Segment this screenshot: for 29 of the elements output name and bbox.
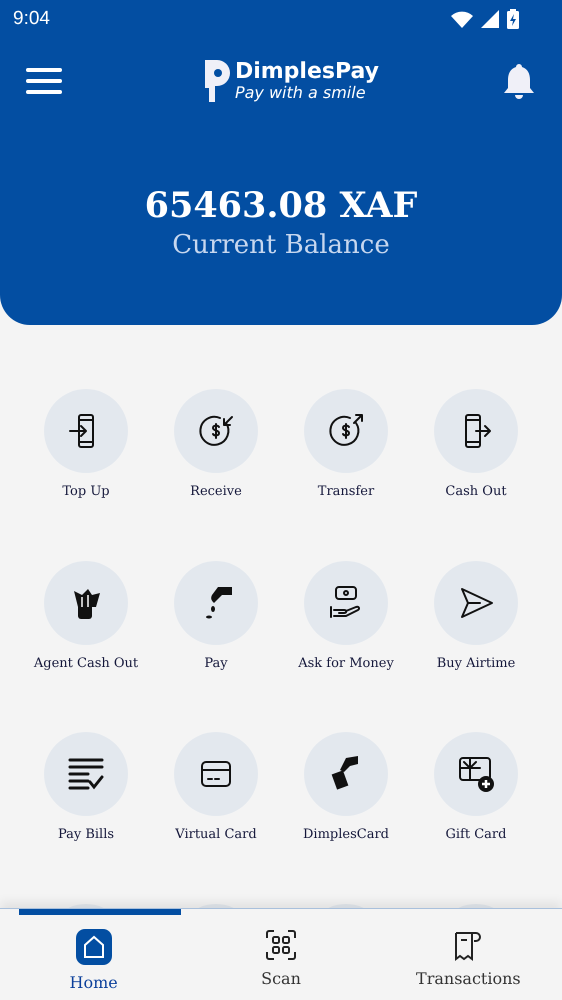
brand-tagline: Pay with a smile bbox=[234, 85, 367, 101]
nav-tab[interactable]: Transactions bbox=[374, 909, 562, 1000]
home-icon bbox=[76, 929, 112, 965]
nav-tab[interactable]: Home bbox=[0, 909, 188, 1000]
action-label: Pay bbox=[204, 654, 228, 672]
gift-card-plus-icon bbox=[456, 754, 496, 794]
action-label: Cash Out bbox=[445, 483, 507, 501]
nav-tab[interactable]: Scan bbox=[187, 909, 375, 1000]
action-label: Receive bbox=[190, 483, 242, 501]
action-label: Agent Cash Out bbox=[34, 654, 138, 672]
action-label: DimplesCard bbox=[303, 826, 389, 844]
brand-name: DimplesPay bbox=[234, 61, 380, 83]
action-label: Transfer bbox=[318, 483, 374, 501]
wifi-icon bbox=[451, 10, 473, 28]
action-label: Top Up bbox=[62, 483, 110, 501]
action-label: Gift Card bbox=[446, 826, 506, 844]
menu-button[interactable] bbox=[26, 68, 62, 94]
signal-icon bbox=[481, 10, 499, 28]
bell-icon[interactable] bbox=[502, 62, 536, 100]
logo-icon bbox=[204, 60, 231, 102]
action-label: Buy Airtime bbox=[436, 654, 516, 672]
scan-icon bbox=[264, 929, 297, 961]
balance-amount: 65463.08 XAF bbox=[144, 184, 418, 228]
status-time: 9:04 bbox=[13, 6, 50, 31]
action-label: Ask for Money bbox=[298, 654, 394, 672]
balance-label: Current Balance bbox=[172, 229, 390, 262]
action-label: Pay Bills bbox=[58, 826, 114, 844]
battery-icon bbox=[507, 9, 519, 29]
action-label: Virtual Card bbox=[175, 826, 257, 844]
